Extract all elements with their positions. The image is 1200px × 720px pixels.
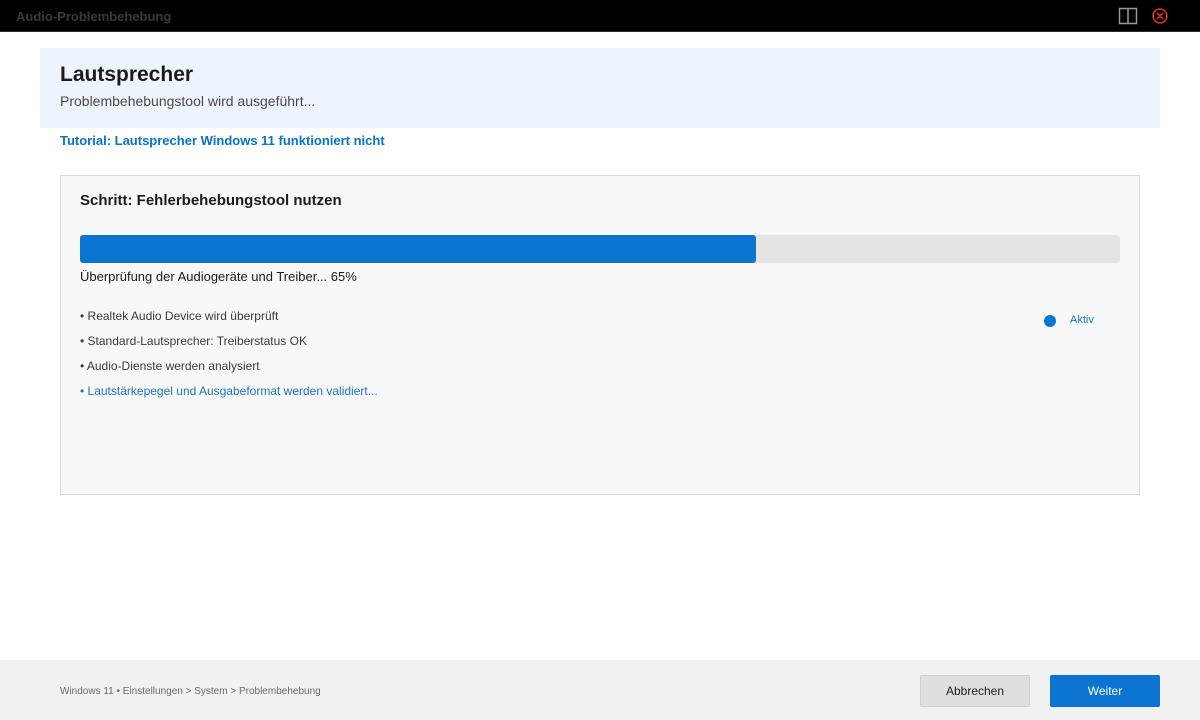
list-item: • Audio-Dienste werden analysiert <box>80 359 260 373</box>
next-button[interactable]: Weiter <box>1050 675 1160 707</box>
list-item-active: • Lautstärkepegel und Ausgabeformat werd… <box>80 384 378 398</box>
title-bar: Audio-Problembehebung <box>0 0 1200 32</box>
progress-bar-fill <box>80 235 756 263</box>
page-title: Lautsprecher <box>60 63 194 86</box>
step-title: Schritt: Fehlerbehebungstool nutzen <box>80 192 342 209</box>
cancel-button[interactable]: Abbrechen <box>920 675 1030 707</box>
window-title: Audio-Problembehebung <box>16 9 172 24</box>
footer-bar: Windows 11 • Einstellungen > System > Pr… <box>0 660 1200 720</box>
tutorial-link[interactable]: Tutorial: Lautsprecher Windows 11 funkti… <box>60 133 385 148</box>
progress-status-text: Überprüfung der Audiogeräte und Treiber.… <box>80 269 357 284</box>
page-subtitle: Problembehebungstool wird ausgeführt... <box>60 93 316 109</box>
step-card: Schritt: Fehlerbehebungstool nutzen Über… <box>60 175 1140 495</box>
progress-bar <box>80 235 1120 263</box>
status-label: Aktiv <box>1070 314 1094 326</box>
split-view-icon[interactable] <box>1118 6 1138 26</box>
breadcrumb: Windows 11 • Einstellungen > System > Pr… <box>60 686 321 697</box>
header-panel: Lautsprecher Problembehebungstool wird a… <box>40 48 1160 128</box>
status-dot-icon <box>1044 315 1056 327</box>
list-item: • Standard-Lautsprecher: Treiberstatus O… <box>80 334 307 348</box>
list-item: • Realtek Audio Device wird überprüft <box>80 309 279 323</box>
troubleshooter-window: Audio-Problembehebung Lautsprecher Probl… <box>0 0 1200 720</box>
close-icon[interactable] <box>1150 6 1170 26</box>
check-list: • Realtek Audio Device wird überprüft • … <box>80 308 378 408</box>
